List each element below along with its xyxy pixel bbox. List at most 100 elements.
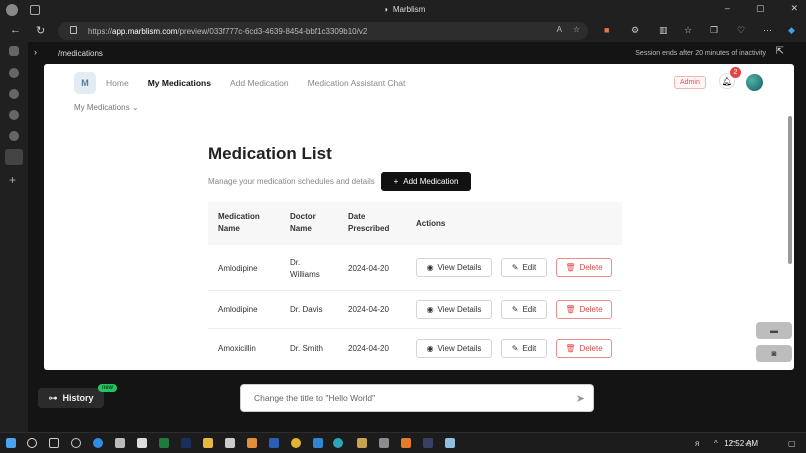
notification-count-badge: 2	[730, 67, 741, 78]
edit-button[interactable]: ✎ Edit	[501, 339, 547, 358]
file-explorer-icon[interactable]	[203, 438, 213, 448]
history-button[interactable]: ⊶ History	[38, 388, 104, 408]
search-icon[interactable]	[27, 438, 37, 448]
app-logo[interactable]: M	[74, 72, 96, 94]
split-screen-icon[interactable]: ▥	[659, 25, 668, 36]
profile-icon[interactable]	[6, 4, 18, 16]
tab-favicon-icon: ◗	[384, 5, 389, 14]
more-menu-icon[interactable]: ···	[763, 25, 772, 35]
task-view-icon[interactable]	[49, 438, 59, 448]
pencil-icon: ✎	[511, 305, 519, 314]
add-medication-button[interactable]: + Add Medication	[381, 172, 471, 191]
vlc-icon[interactable]	[401, 438, 411, 448]
date-prescribed: 2024-04-20	[348, 305, 389, 314]
collections-icon[interactable]: ❐	[710, 25, 718, 36]
vscode-icon[interactable]	[313, 438, 323, 448]
calculator-icon[interactable]	[115, 438, 125, 448]
scrollbar-thumb[interactable]	[788, 116, 792, 264]
photoshop-icon[interactable]	[181, 438, 191, 448]
delete-button[interactable]: 🗑︎ Delete	[556, 339, 612, 358]
user-avatar[interactable]	[746, 74, 763, 91]
view-details-button[interactable]: ◉ View Details	[416, 300, 492, 319]
tab-icon[interactable]	[9, 131, 19, 141]
address-bar[interactable]: https://app.marblism.com/preview/033f777…	[58, 22, 588, 40]
back-arrow-icon[interactable]: ←	[10, 24, 21, 36]
close-window-button[interactable]: ✕	[790, 3, 798, 14]
chat-input-placeholder: Change the title to "Hello World"	[254, 393, 376, 403]
store-icon[interactable]	[137, 438, 147, 448]
delete-button[interactable]: 🗑︎ Delete	[556, 300, 612, 319]
notifications-icon[interactable]: ▢	[788, 439, 796, 448]
active-tab-icon[interactable]	[5, 149, 23, 165]
trash-icon: 🗑︎	[565, 305, 576, 314]
word-icon[interactable]	[269, 438, 279, 448]
button-label: Delete	[579, 344, 603, 353]
windows-start-icon[interactable]	[6, 438, 16, 448]
send-icon[interactable]: ➤	[576, 392, 585, 405]
header-doctor-name: Doctor Name	[290, 211, 316, 235]
edit-button[interactable]: ✎ Edit	[501, 258, 547, 277]
nav-medication-assistant-chat[interactable]: Medication Assistant Chat	[308, 78, 406, 88]
extension-fox-icon[interactable]: ■	[604, 25, 609, 35]
button-label: View Details	[437, 305, 482, 314]
read-aloud-icon[interactable]: A	[557, 25, 562, 34]
header-text: Name	[218, 224, 240, 233]
performance-icon[interactable]: ♡	[737, 25, 745, 36]
session-notice: Session ends after 20 minutes of inactiv…	[635, 50, 766, 57]
chat-input[interactable]: Change the title to "Hello World" ➤	[240, 384, 594, 412]
tab-actions-icon[interactable]	[30, 5, 40, 15]
edit-button[interactable]: ✎ Edit	[501, 300, 547, 319]
tab-icon[interactable]	[9, 89, 19, 99]
nav-home[interactable]: Home	[106, 78, 129, 88]
open-external-icon[interactable]: ⇱	[776, 46, 784, 57]
edge-icon[interactable]	[93, 438, 103, 448]
app-icon[interactable]	[379, 438, 389, 448]
maximize-button[interactable]: ▢	[756, 3, 765, 14]
edge-active-icon[interactable]	[333, 438, 343, 448]
minimize-button[interactable]: –	[725, 3, 730, 14]
medication-table: Medication Name Doctor Name Date Prescri…	[208, 202, 622, 367]
tab-icon[interactable]	[9, 46, 19, 56]
app-icon[interactable]	[445, 438, 455, 448]
tab-icon[interactable]	[9, 68, 19, 78]
delete-button[interactable]: 🗑︎ Delete	[556, 258, 612, 277]
extensions-icon[interactable]: ⚙	[631, 25, 639, 36]
nav-my-medications[interactable]: My Medications	[148, 78, 211, 88]
nav-add-medication[interactable]: Add Medication	[230, 78, 289, 88]
chevron-up-icon[interactable]: ^	[714, 439, 718, 448]
chrome-like-icon[interactable]	[71, 438, 81, 448]
people-icon[interactable]: ᴙ	[695, 439, 699, 448]
new-tab-icon[interactable]: +	[9, 173, 16, 187]
submenu-dropdown[interactable]: My Medications ⌄	[74, 103, 139, 112]
medication-name: Amlodipine	[218, 305, 258, 314]
chevron-right-icon[interactable]: ›	[34, 47, 37, 57]
app-icon[interactable]	[357, 438, 367, 448]
refresh-icon[interactable]: ↻	[36, 24, 45, 37]
doctor-name-line: Williams	[290, 270, 320, 279]
windows-taskbar: ᴙ ^ ◠ ◁ 12:52 AM ▢	[0, 432, 806, 453]
eye-icon: ◉	[426, 305, 434, 314]
favorite-star-icon[interactable]: ☆	[573, 25, 580, 34]
excel-icon[interactable]	[159, 438, 169, 448]
tab-icon[interactable]	[9, 110, 19, 120]
app-icon[interactable]	[247, 438, 257, 448]
favorites-icon[interactable]: ☆	[684, 25, 692, 36]
header-text: Prescribed	[348, 224, 390, 233]
button-label: View Details	[437, 263, 482, 272]
feedback-icon[interactable]: ▬	[756, 322, 792, 339]
header-text: Date	[348, 212, 366, 221]
copilot-icon[interactable]: ◆	[788, 25, 795, 36]
view-details-button[interactable]: ◉ View Details	[416, 339, 492, 358]
eye-icon: ◉	[426, 344, 434, 353]
taskbar-clock[interactable]: 12:52 AM	[724, 439, 758, 448]
medication-name: Amlodipine	[218, 264, 258, 273]
intellij-icon[interactable]	[423, 438, 433, 448]
table-row: Amoxicillin Dr. Smith 2024-04-20 ◉ View D…	[208, 329, 622, 367]
discord-icon[interactable]: ◙	[756, 345, 792, 362]
view-details-button[interactable]: ◉ View Details	[416, 258, 492, 277]
pencil-icon: ✎	[511, 344, 519, 353]
chrome-icon[interactable]	[291, 438, 301, 448]
button-label: Edit	[522, 263, 537, 272]
doctor-name: Dr. Smith	[290, 344, 323, 353]
mail-icon[interactable]	[225, 438, 235, 448]
